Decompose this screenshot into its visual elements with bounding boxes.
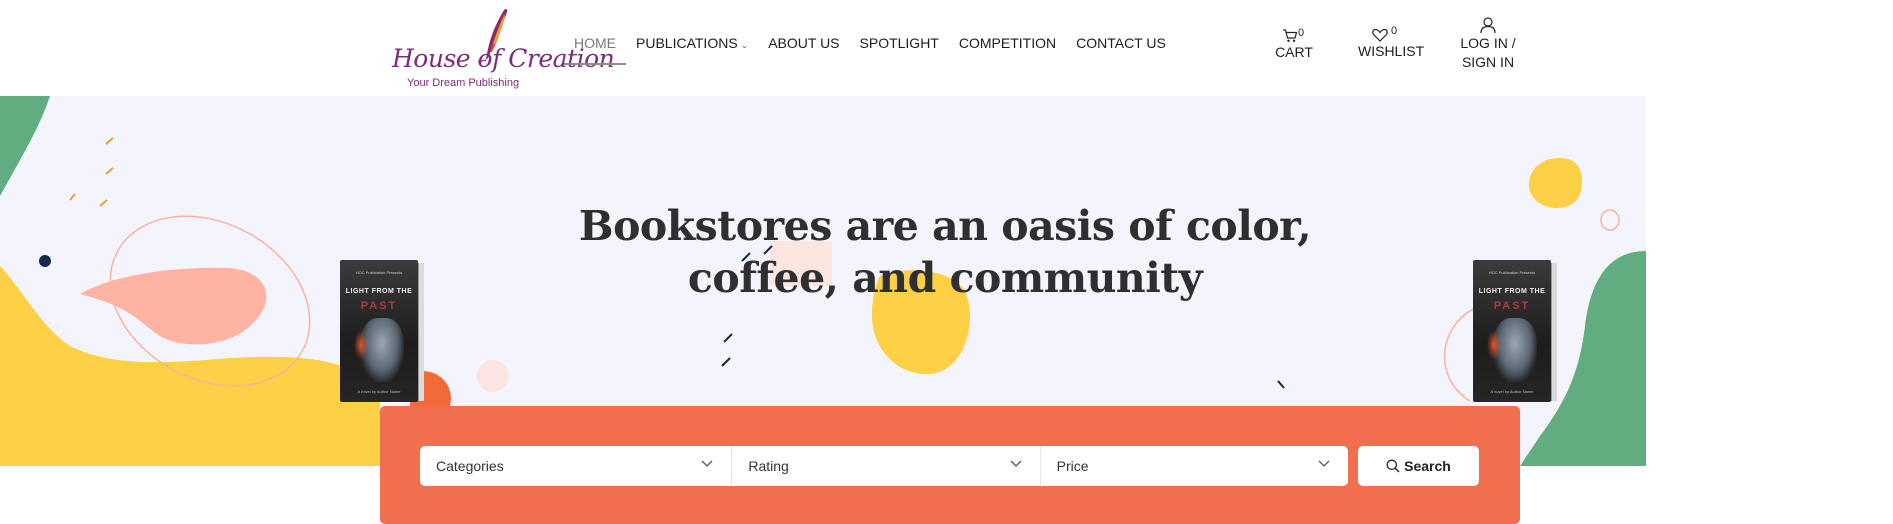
wishlist-label: WISHLIST: [1358, 43, 1425, 59]
nav-competition-label: COMPETITION: [958, 35, 1057, 51]
nav-home-label: HOME: [574, 35, 616, 51]
chevron-down-icon: [1318, 460, 1330, 467]
price-select-label: Price: [1056, 458, 1089, 474]
search-icon: [1386, 459, 1400, 473]
book-spine: [1551, 263, 1557, 401]
cart-count-badge: 0: [1298, 27, 1305, 39]
chevron-down-icon: [701, 460, 713, 467]
nav-contact-us[interactable]: CONTACT US: [1076, 35, 1166, 51]
wishlist-link[interactable]: 0 WISHLIST: [1358, 25, 1425, 61]
site-header: House of Creation Your Dream Publishing …: [0, 0, 1893, 96]
book-publisher-line: HOC Publication Presents: [355, 270, 403, 275]
book-title: LIGHT FROM THE: [1478, 288, 1546, 295]
nav-about-us[interactable]: ABOUT US: [768, 35, 839, 51]
book-cover-left[interactable]: HOC Publication Presents LIGHT FROM THE …: [334, 260, 424, 406]
book-publisher-line: HOC Publication Presents: [1488, 270, 1536, 275]
rating-select-label: Rating: [748, 458, 789, 474]
categories-select-label: Categories: [436, 458, 504, 474]
wishlist-count-badge: 0: [1391, 25, 1398, 37]
book-spine: [418, 263, 424, 401]
login-label-line2: SIGN IN: [1461, 54, 1515, 70]
main-nav: HOME PUBLICATIONS ⌄ ABOUT US SPOTLIGHT CO…: [564, 35, 1186, 65]
nav-spotlight[interactable]: SPOTLIGHT: [860, 35, 939, 51]
user-icon: [1480, 17, 1496, 34]
cart-label: CART: [1275, 44, 1313, 60]
book-title: LIGHT FROM THE: [345, 288, 413, 295]
nav-publications[interactable]: PUBLICATIONS ⌄: [636, 35, 748, 51]
filter-bar: Categories Rating Price: [420, 446, 1348, 486]
book-flame-art: [354, 330, 368, 360]
site-logo[interactable]: House of Creation Your Dream Publishing: [388, 6, 615, 92]
book-subtitle: PAST: [1493, 300, 1531, 312]
book-front: HOC Publication Presents LIGHT FROM THE …: [1473, 260, 1551, 402]
book-flame-art: [1487, 330, 1501, 360]
book-author: A novel by Author Name: [357, 389, 401, 394]
chevron-down-icon: [1010, 460, 1022, 467]
search-button-label: Search: [1404, 458, 1451, 474]
logo-tagline: Your Dream Publishing: [407, 77, 520, 89]
nav-publications-label: PUBLICATIONS: [636, 35, 738, 51]
book-cover-right[interactable]: HOC Publication Presents LIGHT FROM THE …: [1467, 260, 1557, 406]
nav-spotlight-label: SPOTLIGHT: [859, 35, 939, 51]
book-front: HOC Publication Presents LIGHT FROM THE …: [340, 260, 418, 402]
login-label-line1: LOG IN /: [1460, 35, 1516, 51]
book-subtitle: PAST: [360, 300, 398, 312]
hero-title-line1: Bookstores are an oasis of color,: [578, 202, 1312, 250]
search-panel: Categories Rating Price Search: [380, 406, 1520, 524]
cart-icon: [1283, 29, 1298, 42]
nav-contact-label: CONTACT US: [1076, 35, 1166, 51]
cart-link[interactable]: 0 CART: [1272, 27, 1316, 62]
rating-select[interactable]: Rating: [731, 446, 1039, 486]
login-link[interactable]: LOG IN / SIGN IN: [1458, 16, 1518, 72]
book-author: A novel by Author Name: [1490, 389, 1534, 394]
nav-competition[interactable]: COMPETITION: [959, 35, 1056, 51]
hero-title-line2: coffee, and community: [687, 254, 1203, 302]
hero-title: Bookstores are an oasis of color, coffee…: [575, 200, 1315, 304]
chevron-down-icon: ⌄: [740, 40, 749, 50]
categories-select[interactable]: Categories: [420, 446, 731, 486]
nav-about-label: ABOUT US: [768, 35, 840, 51]
heart-icon: [1372, 28, 1388, 42]
search-button[interactable]: Search: [1358, 446, 1479, 486]
nav-home[interactable]: HOME: [564, 35, 626, 65]
price-select[interactable]: Price: [1039, 446, 1348, 486]
